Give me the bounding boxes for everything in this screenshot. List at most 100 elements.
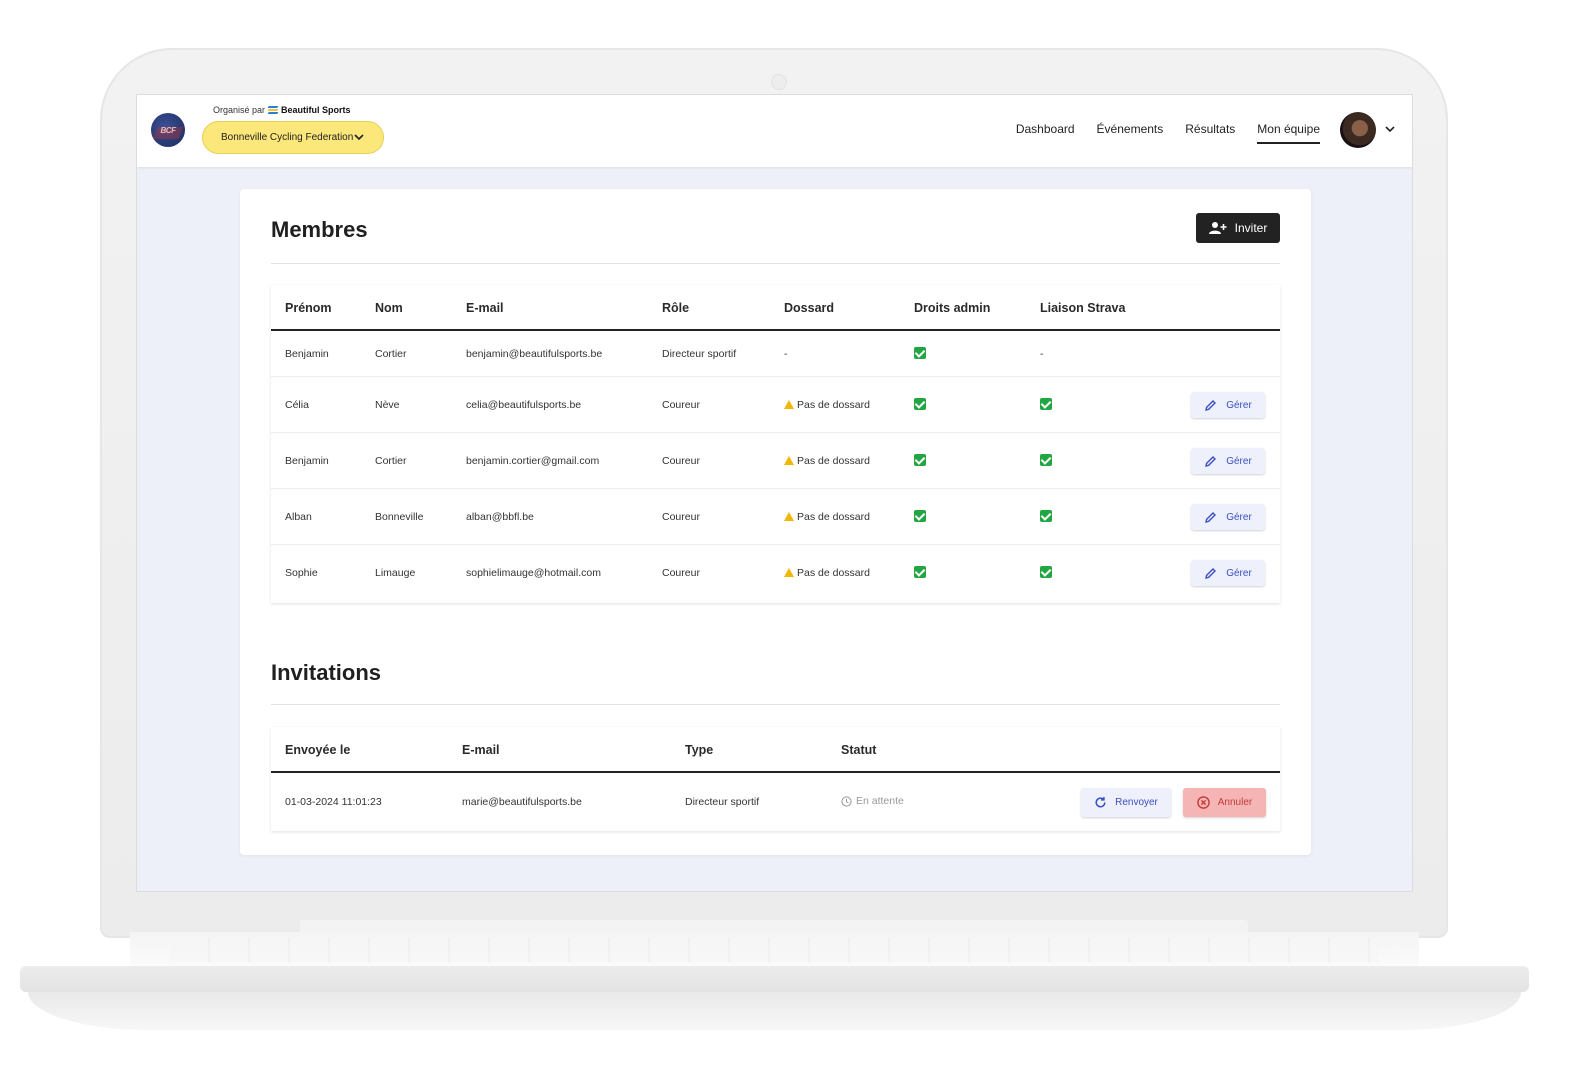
pencil-icon — [1205, 399, 1217, 411]
federation-select[interactable]: Bonneville Cycling Federation — [202, 121, 384, 154]
cell-dossard: - — [784, 348, 788, 360]
table-row: Alban Bonneville alban@bbfl.be Coureur P… — [271, 489, 1280, 545]
manage-button[interactable]: Gérer — [1191, 448, 1265, 474]
laptop-camera — [771, 74, 787, 90]
federation-logo[interactable]: BCF — [151, 113, 185, 147]
invitations-divider — [271, 704, 1280, 705]
bib-status: Pas de dossard — [797, 399, 870, 411]
bib-status: Pas de dossard — [797, 455, 870, 467]
refresh-icon — [1095, 797, 1106, 808]
manage-label: Gérer — [1226, 455, 1252, 467]
cancel-button[interactable]: Annuler — [1183, 788, 1266, 817]
cancel-label: Annuler — [1217, 797, 1253, 808]
cell-nom: Cortier — [375, 348, 407, 360]
invite-button[interactable]: Inviter — [1196, 213, 1280, 243]
cell-admin — [914, 454, 926, 469]
invite-label: Inviter — [1234, 221, 1268, 235]
resend-button[interactable]: Renvoyer — [1081, 788, 1171, 817]
check-icon — [1040, 510, 1052, 522]
cell-prenom: Sophie — [285, 567, 318, 579]
cell-admin — [914, 510, 926, 525]
cell-admin — [914, 347, 926, 362]
cell-dossard: Pas de dossard — [784, 567, 870, 579]
check-icon — [914, 566, 926, 578]
table-row: Benjamin Cortier benjamin@beautifulsport… — [271, 331, 1280, 377]
bib-status: Pas de dossard — [797, 567, 870, 579]
col-type: Type — [685, 743, 714, 757]
cell-strava: - — [1040, 348, 1044, 360]
cell-admin — [914, 566, 926, 581]
col-email: E-mail — [466, 301, 504, 315]
manage-button[interactable]: Gérer — [1191, 392, 1265, 418]
check-icon — [1040, 398, 1052, 410]
col-email: E-mail — [462, 743, 500, 757]
pencil-icon — [1205, 567, 1217, 579]
chevron-down-icon — [354, 134, 364, 141]
table-row: Sophie Limauge sophielimauge@hotmail.com… — [271, 545, 1280, 601]
top-bar: BCF Organisé par Beautiful Sports Bonnev… — [137, 95, 1412, 167]
col-nom: Nom — [375, 301, 403, 315]
cell-status: En attente — [841, 795, 904, 807]
cell-nom: Bonneville — [375, 511, 424, 523]
col-droits-admin: Droits admin — [914, 301, 991, 315]
manage-button[interactable]: Gérer — [1191, 560, 1265, 586]
cell-email: benjamin.cortier@gmail.com — [466, 455, 600, 467]
cell-strava — [1040, 566, 1052, 581]
beautiful-sports-logo-icon — [267, 106, 279, 114]
pencil-icon — [1205, 511, 1217, 523]
cell-dossard: Pas de dossard — [784, 511, 870, 523]
col-role: Rôle — [662, 301, 690, 315]
app-screen: BCF Organisé par Beautiful Sports Bonnev… — [136, 94, 1413, 892]
cell-prenom: Célia — [285, 399, 309, 411]
col-prenom: Prénom — [285, 301, 332, 315]
resend-label: Renvoyer — [1115, 797, 1158, 808]
cell-nom: Nève — [375, 399, 400, 411]
status-text: En attente — [856, 795, 904, 807]
nav-resultats[interactable]: Résultats — [1185, 122, 1235, 144]
cell-role: Coureur — [662, 455, 700, 467]
nav-dashboard[interactable]: Dashboard — [1016, 122, 1075, 144]
check-icon — [914, 347, 926, 359]
user-avatar[interactable] — [1340, 112, 1376, 148]
manage-label: Gérer — [1226, 511, 1252, 523]
col-statut: Statut — [841, 743, 877, 757]
laptop-foot — [28, 992, 1521, 1030]
main-nav: Dashboard Événements Résultats Mon équip… — [1016, 122, 1320, 144]
warning-icon — [784, 400, 794, 409]
cell-email: celia@beautifulsports.be — [466, 399, 582, 411]
members-title: Membres — [271, 217, 368, 242]
cell-dossard: Pas de dossard — [784, 455, 870, 467]
col-liaison-strava: Liaison Strava — [1040, 301, 1126, 315]
pencil-icon — [1205, 455, 1217, 467]
check-icon — [1040, 566, 1052, 578]
members-table-header: Prénom Nom E-mail Rôle Dossard Droits ad… — [271, 285, 1280, 331]
cell-strava — [1040, 454, 1052, 469]
nav-evenements[interactable]: Événements — [1097, 122, 1164, 144]
organizer-prefix: Organisé par — [213, 105, 266, 115]
col-envoyee-le: Envoyée le — [285, 743, 351, 757]
laptop-keyboard — [170, 938, 1379, 962]
cancel-circle-icon — [1196, 796, 1210, 809]
cell-email: benjamin@beautifulsports.be — [466, 348, 603, 360]
cell-strava — [1040, 510, 1052, 525]
invitations-title: Invitations — [271, 660, 382, 685]
bib-status: Pas de dossard — [797, 511, 870, 523]
laptop-base — [20, 932, 1529, 1030]
cell-prenom: Alban — [285, 511, 312, 523]
cell-prenom: Benjamin — [285, 455, 329, 467]
manage-button[interactable]: Gérer — [1191, 504, 1265, 530]
cell-role: Directeur sportif — [662, 348, 737, 360]
check-icon — [1040, 454, 1052, 466]
cell-role: Coureur — [662, 567, 700, 579]
user-menu-chevron-icon[interactable] — [1384, 123, 1396, 135]
invitations-table-header: Envoyée le E-mail Type Statut — [271, 727, 1280, 773]
nav-mon-equipe[interactable]: Mon équipe — [1257, 122, 1320, 144]
cell-sent: 01-03-2024 11:01:23 — [285, 796, 382, 808]
cell-email: alban@bbfl.be — [466, 511, 534, 523]
cell-nom: Cortier — [375, 455, 407, 467]
cell-strava — [1040, 398, 1052, 413]
cell-prenom: Benjamin — [285, 348, 329, 360]
invitations-table: Envoyée le E-mail Type Statut 01-03-2024… — [271, 727, 1280, 831]
cell-role: Coureur — [662, 511, 700, 523]
check-icon — [914, 454, 926, 466]
